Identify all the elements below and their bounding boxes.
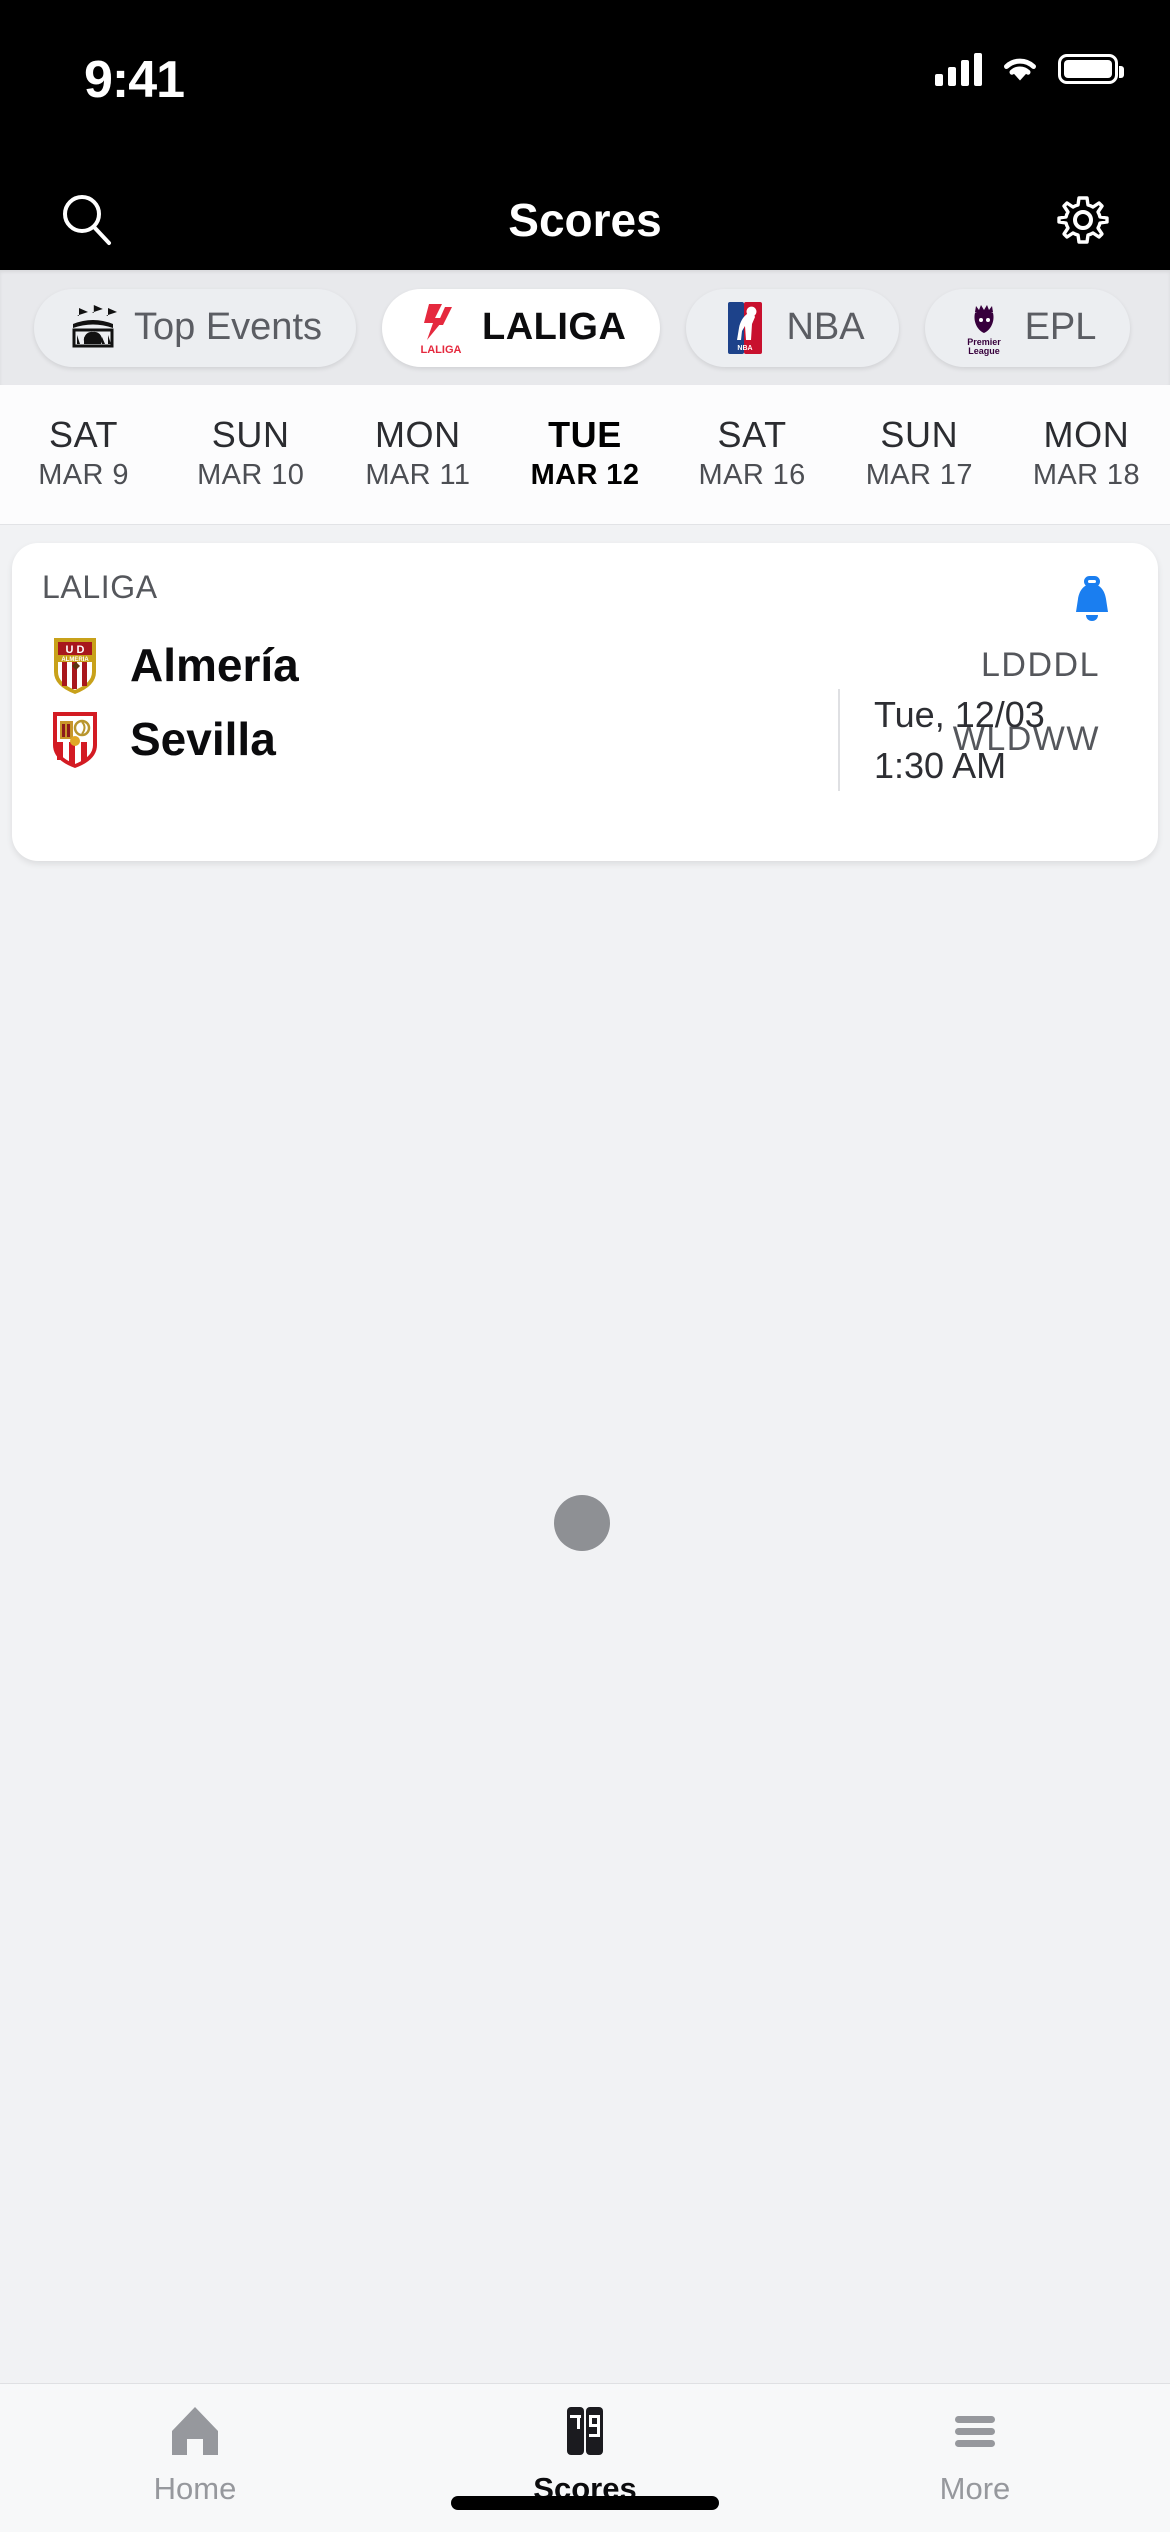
battery-full-icon xyxy=(1058,54,1124,84)
home-team-form: LDDDL xyxy=(981,645,1100,684)
league-tab-label: EPL xyxy=(1024,306,1097,348)
date-cell-day: MON xyxy=(374,413,461,455)
match-time: 1:30 AM xyxy=(874,745,1007,787)
date-selector[interactable]: SAT MAR 9 SUN MAR 10 MON MAR 11 TUE MAR … xyxy=(0,385,1170,525)
nba-logo-icon: NBA xyxy=(720,301,770,355)
date-cell-day: SAT xyxy=(48,413,119,455)
league-tab-epl[interactable]: Premier League EPL xyxy=(924,288,1131,367)
touch-indicator xyxy=(554,1495,610,1551)
date-cell-day: SAT xyxy=(717,413,787,455)
date-cell-date: MAR 18 xyxy=(1032,459,1140,492)
date-cell-date: MAR 17 xyxy=(865,459,973,492)
match-date: Tue, 12/03 xyxy=(874,694,1045,735)
home-icon xyxy=(166,2400,224,2462)
svg-text:LALIGA: LALIGA xyxy=(421,344,462,356)
date-cell-date: MAR 16 xyxy=(698,459,806,492)
date-cell[interactable]: MON MAR 18 xyxy=(1003,414,1170,496)
notification-bell-icon[interactable] xyxy=(1062,571,1122,631)
date-cell[interactable]: SAT MAR 9 xyxy=(0,414,167,496)
almeria-crest-icon: U D ALMERIA xyxy=(48,634,102,696)
league-tab-top-events[interactable]: Top Events xyxy=(34,288,356,367)
tab-scores[interactable]: Scores xyxy=(390,2400,780,2507)
hamburger-icon xyxy=(946,2400,1004,2462)
date-cell-date: MAR 9 xyxy=(38,459,129,492)
navigation-bar: Scores xyxy=(0,170,1170,270)
svg-text:U D: U D xyxy=(66,644,85,656)
status-bar-indicators xyxy=(935,52,1124,86)
date-cell-date: MAR 11 xyxy=(365,459,471,492)
bottom-tab-bar[interactable]: Home Scores More xyxy=(0,2383,1170,2532)
search-icon[interactable] xyxy=(55,188,119,252)
date-cell-day: TUE xyxy=(548,413,622,455)
date-cell[interactable]: MON MAR 11 xyxy=(334,414,501,496)
home-indicator xyxy=(451,2496,719,2510)
league-tabs-scroller[interactable]: Top Events LALIGA LALIGA NBA NBA Premier… xyxy=(0,270,1170,385)
match-card[interactable]: LALIGA U D ALMERIA Almería LDDDL Sevilla… xyxy=(12,543,1158,861)
gear-icon[interactable] xyxy=(1051,188,1115,252)
status-bar: 9:41 xyxy=(0,0,1170,170)
scores-content: LALIGA U D ALMERIA Almería LDDDL Sevilla… xyxy=(0,525,1170,2383)
sevilla-crest-icon xyxy=(48,708,102,770)
date-cell-day: SUN xyxy=(211,413,290,455)
svg-text:League: League xyxy=(968,346,1000,356)
match-datetime: Tue, 12/03 1:30 AM xyxy=(838,689,1128,792)
date-cell-selected[interactable]: TUE MAR 12 xyxy=(501,414,668,496)
svg-text:NBA: NBA xyxy=(738,345,753,352)
league-tab-label: LALIGA xyxy=(482,306,627,348)
stadium-icon xyxy=(68,301,118,355)
laliga-logo-icon: LALIGA xyxy=(416,301,466,356)
tab-label: More xyxy=(939,2471,1011,2506)
page-title: Scores xyxy=(508,194,662,246)
away-team-name: Sevilla xyxy=(130,713,276,765)
home-team-name: Almería xyxy=(130,639,299,691)
date-cell-day: MON xyxy=(1043,413,1130,455)
league-tab-laliga[interactable]: LALIGA LALIGA xyxy=(382,288,661,367)
premier-league-logo-icon: Premier League xyxy=(959,301,1009,356)
league-tab-label: NBA xyxy=(786,306,865,348)
cellular-signal-icon xyxy=(935,52,982,86)
match-card-league: LALIGA xyxy=(42,569,158,605)
date-cell[interactable]: SUN MAR 17 xyxy=(836,414,1003,496)
tab-home[interactable]: Home xyxy=(0,2400,390,2507)
league-tab-nba[interactable]: NBA NBA xyxy=(686,288,899,367)
tab-label: Home xyxy=(153,2471,237,2506)
date-cell[interactable]: SUN MAR 10 xyxy=(167,414,334,496)
date-cell-day: SUN xyxy=(880,413,959,455)
date-cell-date: MAR 12 xyxy=(530,459,640,492)
date-cell[interactable]: SAT MAR 16 xyxy=(669,414,836,496)
status-bar-time: 9:41 xyxy=(84,51,185,109)
tab-more[interactable]: More xyxy=(780,2400,1170,2507)
wifi-icon xyxy=(1004,58,1036,81)
scoreboard-icon xyxy=(556,2400,614,2462)
date-cell-date: MAR 10 xyxy=(197,459,305,492)
league-tab-label: Top Events xyxy=(134,306,322,348)
